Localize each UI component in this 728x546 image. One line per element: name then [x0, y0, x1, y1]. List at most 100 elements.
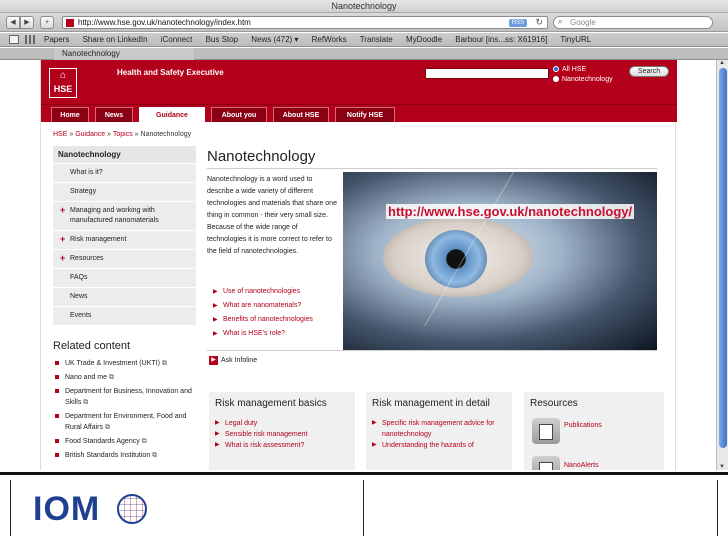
- radio-all-hse[interactable]: All HSE: [553, 66, 586, 73]
- top-sites-grid-icon[interactable]: [25, 35, 35, 44]
- related-link[interactable]: Food Standards Agency ⧉: [53, 436, 203, 447]
- breadcrumb-link[interactable]: Guidance: [75, 131, 105, 138]
- scrollbar-thumb[interactable]: [719, 68, 727, 448]
- related-link[interactable]: UK Trade & Investment (UKTI) ⧉: [53, 358, 203, 369]
- bookmark-item[interactable]: RefWorks: [312, 35, 347, 44]
- bookmark-item[interactable]: Barbour [ins...ss: X61916]: [455, 35, 547, 44]
- site-search-input[interactable]: [425, 68, 549, 79]
- reload-icon[interactable]: ↻: [535, 17, 543, 28]
- left-menu-label: FAQs: [70, 274, 88, 281]
- topic-link[interactable]: ▶ What are nanomaterials?: [211, 299, 351, 313]
- bookmark-item[interactable]: iConnect: [161, 35, 193, 44]
- scroll-up-icon[interactable]: ▲: [719, 60, 725, 66]
- nanoalerts-icon[interactable]: [532, 456, 560, 470]
- box-link-label: What is risk assessment?: [225, 442, 305, 449]
- expand-plus-icon[interactable]: +: [60, 253, 65, 263]
- left-menu-item[interactable]: + Risk management: [53, 231, 196, 250]
- box-link[interactable]: ▶ Legal duty: [209, 418, 355, 429]
- arrow-right-icon: ▶: [372, 442, 377, 448]
- address-bar[interactable]: http://www.hse.gov.uk/nanotechnology/ind…: [62, 16, 548, 29]
- bookmark-item[interactable]: TinyURL: [560, 35, 591, 44]
- related-link[interactable]: Department for Business, Innovation and …: [53, 386, 203, 408]
- topic-link[interactable]: ▶ What is HSE's role?: [211, 327, 351, 341]
- box-link[interactable]: ▶ Understanding the hazards of: [366, 440, 512, 451]
- bookmark-item[interactable]: News (472) ▾: [251, 35, 298, 44]
- bookmark-item[interactable]: Papers: [44, 35, 69, 44]
- topic-link-label: What is HSE's role?: [223, 330, 286, 337]
- browser-search-input[interactable]: ⌕ Google: [553, 16, 713, 29]
- radio-nanotechnology[interactable]: Nanotechnology: [553, 76, 613, 83]
- hse-logo[interactable]: ⌂ HSE: [49, 68, 77, 98]
- web-page: ⌂ HSE Health and Safety Executive All HS…: [0, 60, 728, 470]
- breadcrumb-separator: »: [69, 131, 74, 138]
- expand-plus-icon[interactable]: +: [60, 234, 65, 244]
- publications-icon[interactable]: [532, 418, 560, 444]
- left-menu-item[interactable]: + Resources: [53, 250, 196, 269]
- box-link[interactable]: ▶ What is risk assessment?: [209, 440, 355, 451]
- nav-tab-about-hse[interactable]: About HSE: [273, 107, 329, 122]
- left-menu-item[interactable]: News: [53, 288, 196, 307]
- expand-plus-icon[interactable]: +: [60, 205, 65, 215]
- left-menu-item[interactable]: Strategy: [53, 183, 196, 202]
- left-menu: Nanotechnology What is it? Strategy + Man…: [53, 146, 196, 326]
- arrow-right-icon: ▶: [213, 303, 218, 309]
- browser-tab[interactable]: Nanotechnology: [54, 48, 194, 60]
- radio-selected-icon: [553, 66, 559, 72]
- ask-infoline-link[interactable]: ▶ Ask Infoline: [209, 356, 257, 365]
- bullet-icon: [55, 414, 59, 418]
- related-content-heading: Related content: [53, 340, 131, 352]
- bookmark-item[interactable]: Share on LinkedIn: [83, 35, 148, 44]
- eye-iris: [425, 230, 487, 288]
- breadcrumb-link[interactable]: Topics: [113, 131, 133, 138]
- vertical-scrollbar[interactable]: ▲ ▼: [716, 60, 728, 470]
- add-bookmark-button[interactable]: +: [40, 16, 54, 29]
- box-link[interactable]: ▶ Sensible risk management: [209, 429, 355, 440]
- related-link[interactable]: Department for Environment, Food and Rur…: [53, 411, 203, 433]
- iom-globe-icon: [117, 494, 147, 524]
- bookmark-item[interactable]: Translate: [360, 35, 393, 44]
- scroll-down-icon[interactable]: ▼: [719, 464, 725, 470]
- infoline-divider: [207, 350, 657, 351]
- url-annotation: http://www.hse.gov.uk/nanotechnology/: [386, 204, 635, 219]
- left-menu-heading[interactable]: Nanotechnology: [53, 146, 196, 164]
- topic-link[interactable]: ▶ Benefits of nanotechnologies: [211, 313, 351, 327]
- left-menu-item[interactable]: + Managing and working with manufactured …: [53, 202, 196, 231]
- related-link-label: Food Standards Agency: [65, 438, 140, 445]
- breadcrumb-link[interactable]: HSE: [53, 131, 67, 138]
- box-link-label: Sensible risk management: [225, 431, 308, 438]
- left-menu-label: Resources: [70, 255, 104, 262]
- left-menu-item[interactable]: What is it?: [53, 164, 196, 183]
- back-button[interactable]: ◀: [6, 16, 20, 29]
- arrow-right-icon: ▶: [213, 317, 218, 323]
- hse-logo-text: HSE: [53, 84, 73, 94]
- topic-link-label: What are nanomaterials?: [223, 302, 302, 309]
- bookmark-item[interactable]: Bus Stop: [206, 35, 238, 44]
- radio-unselected-icon: [553, 76, 559, 82]
- rss-icon[interactable]: RSS: [509, 19, 527, 27]
- nav-tab-news[interactable]: News: [95, 107, 133, 122]
- forward-button[interactable]: ▶: [20, 16, 34, 29]
- address-text[interactable]: http://www.hse.gov.uk/nanotechnology/ind…: [78, 18, 251, 27]
- left-menu-item[interactable]: Events: [53, 307, 196, 326]
- page-title: Nanotechnology: [207, 148, 316, 165]
- site-search-button[interactable]: Search: [629, 66, 669, 77]
- box-link[interactable]: ▶ Specific risk management advice for nan…: [366, 418, 512, 440]
- nanoalerts-link[interactable]: NanoAlerts: [564, 462, 599, 469]
- topic-link[interactable]: ▶ Use of nanotechnologies: [211, 285, 351, 299]
- related-link[interactable]: Nano and me ⧉: [53, 372, 203, 383]
- bookmark-item[interactable]: MyDoodle: [406, 35, 442, 44]
- bullet-icon: [55, 389, 59, 393]
- arrow-right-icon: ▶: [215, 431, 220, 437]
- arrow-right-icon: ▶: [213, 331, 218, 337]
- hse-page: ⌂ HSE Health and Safety Executive All HS…: [40, 60, 677, 470]
- publications-link[interactable]: Publications: [564, 422, 602, 429]
- nav-tab-about-you[interactable]: About you: [211, 107, 267, 122]
- external-link-icon: ⧉: [152, 452, 158, 459]
- left-menu-item[interactable]: FAQs: [53, 269, 196, 288]
- nav-tab-home[interactable]: Home: [51, 107, 89, 122]
- arrow-right-icon: ▶: [215, 420, 220, 426]
- bookmarks-book-icon[interactable]: [9, 35, 19, 44]
- nav-tab-guidance[interactable]: Guidance: [139, 107, 205, 122]
- related-link[interactable]: British Standards Institution ⧉: [53, 450, 203, 461]
- nav-tab-notify-hse[interactable]: Notify HSE: [335, 107, 395, 122]
